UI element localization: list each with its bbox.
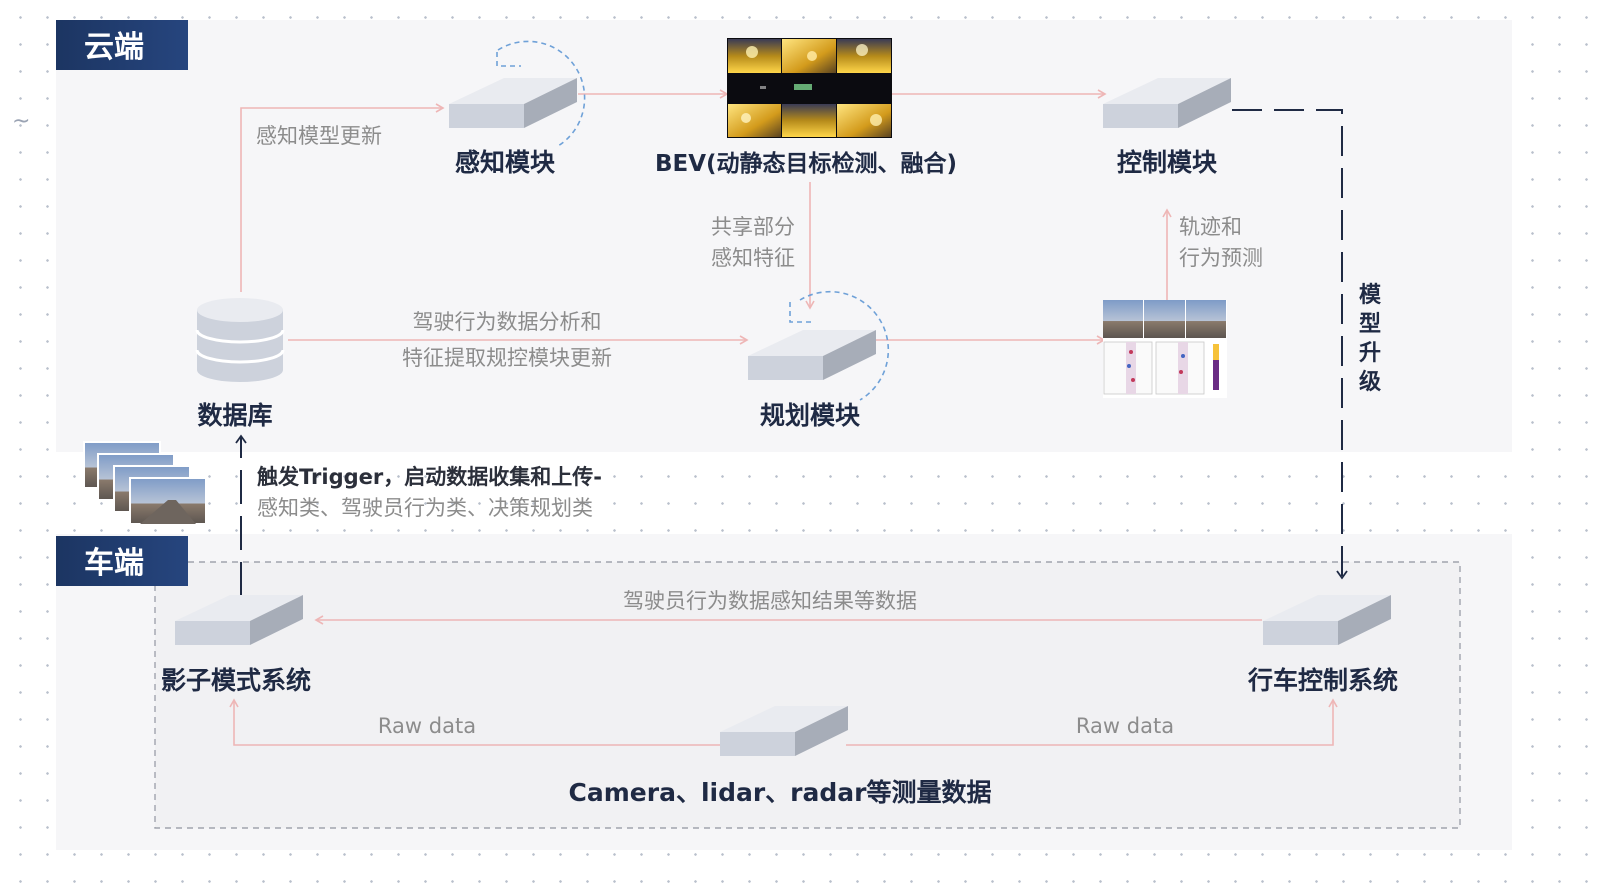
trajectory-prediction-line1: 轨迹和 [1179,215,1242,239]
trigger-line2: 感知类、驾驶员行为类、决策规划类 [257,496,593,520]
raw-data-right-label: Raw data [1076,714,1174,738]
perception-module-label: 感知模块 [455,148,555,177]
bev-image [727,38,892,138]
shared-features-line2: 感知特征 [711,246,795,270]
shadow-system-label: 影子模式系统 [161,666,311,695]
planning-module-label: 规划模块 [760,401,860,430]
cloud-title: 云端 [84,30,144,65]
model-upgrade-char-1: 模 [1359,283,1382,308]
driver-data-label: 驾驶员行为数据感知结果等数据 [623,589,917,613]
sensors-label: Camera、lidar、radar等测量数据 [569,778,992,807]
driving-control-system-label: 行车控制系统 [1247,666,1398,695]
trajectory-prediction-image [1103,300,1227,398]
behavior-analysis-line1: 驾驶行为数据分析和 [413,310,602,334]
vehicle-title: 车端 [84,546,144,581]
trajectory-prediction-line2: 行为预测 [1179,246,1263,270]
database-icon [195,298,285,382]
tilde-glyph: ~ [12,109,30,134]
database-label: 数据库 [197,401,272,430]
model-upgrade-char-2: 型 [1359,312,1381,337]
model-update-label: 感知模型更新 [256,124,382,148]
architecture-diagram: ~ 云端 车端 感知模型更新 感知模块 BEV(动静态目标检测、融合) 控制模块… [12,20,1512,850]
bev-label: BEV(动静态目标检测、融合) [655,150,957,177]
control-module-label: 控制模块 [1117,148,1217,177]
raw-data-left-label: Raw data [378,714,476,738]
model-upgrade-char-3: 升 [1359,341,1381,366]
model-upgrade-char-4: 级 [1359,369,1381,395]
trigger-line1: 触发Trigger，启动数据收集和上传- [257,465,602,489]
captured-frames-image [83,441,207,525]
shared-features-line1: 共享部分 [711,215,795,239]
behavior-analysis-line2: 特征提取规控模块更新 [402,346,612,370]
